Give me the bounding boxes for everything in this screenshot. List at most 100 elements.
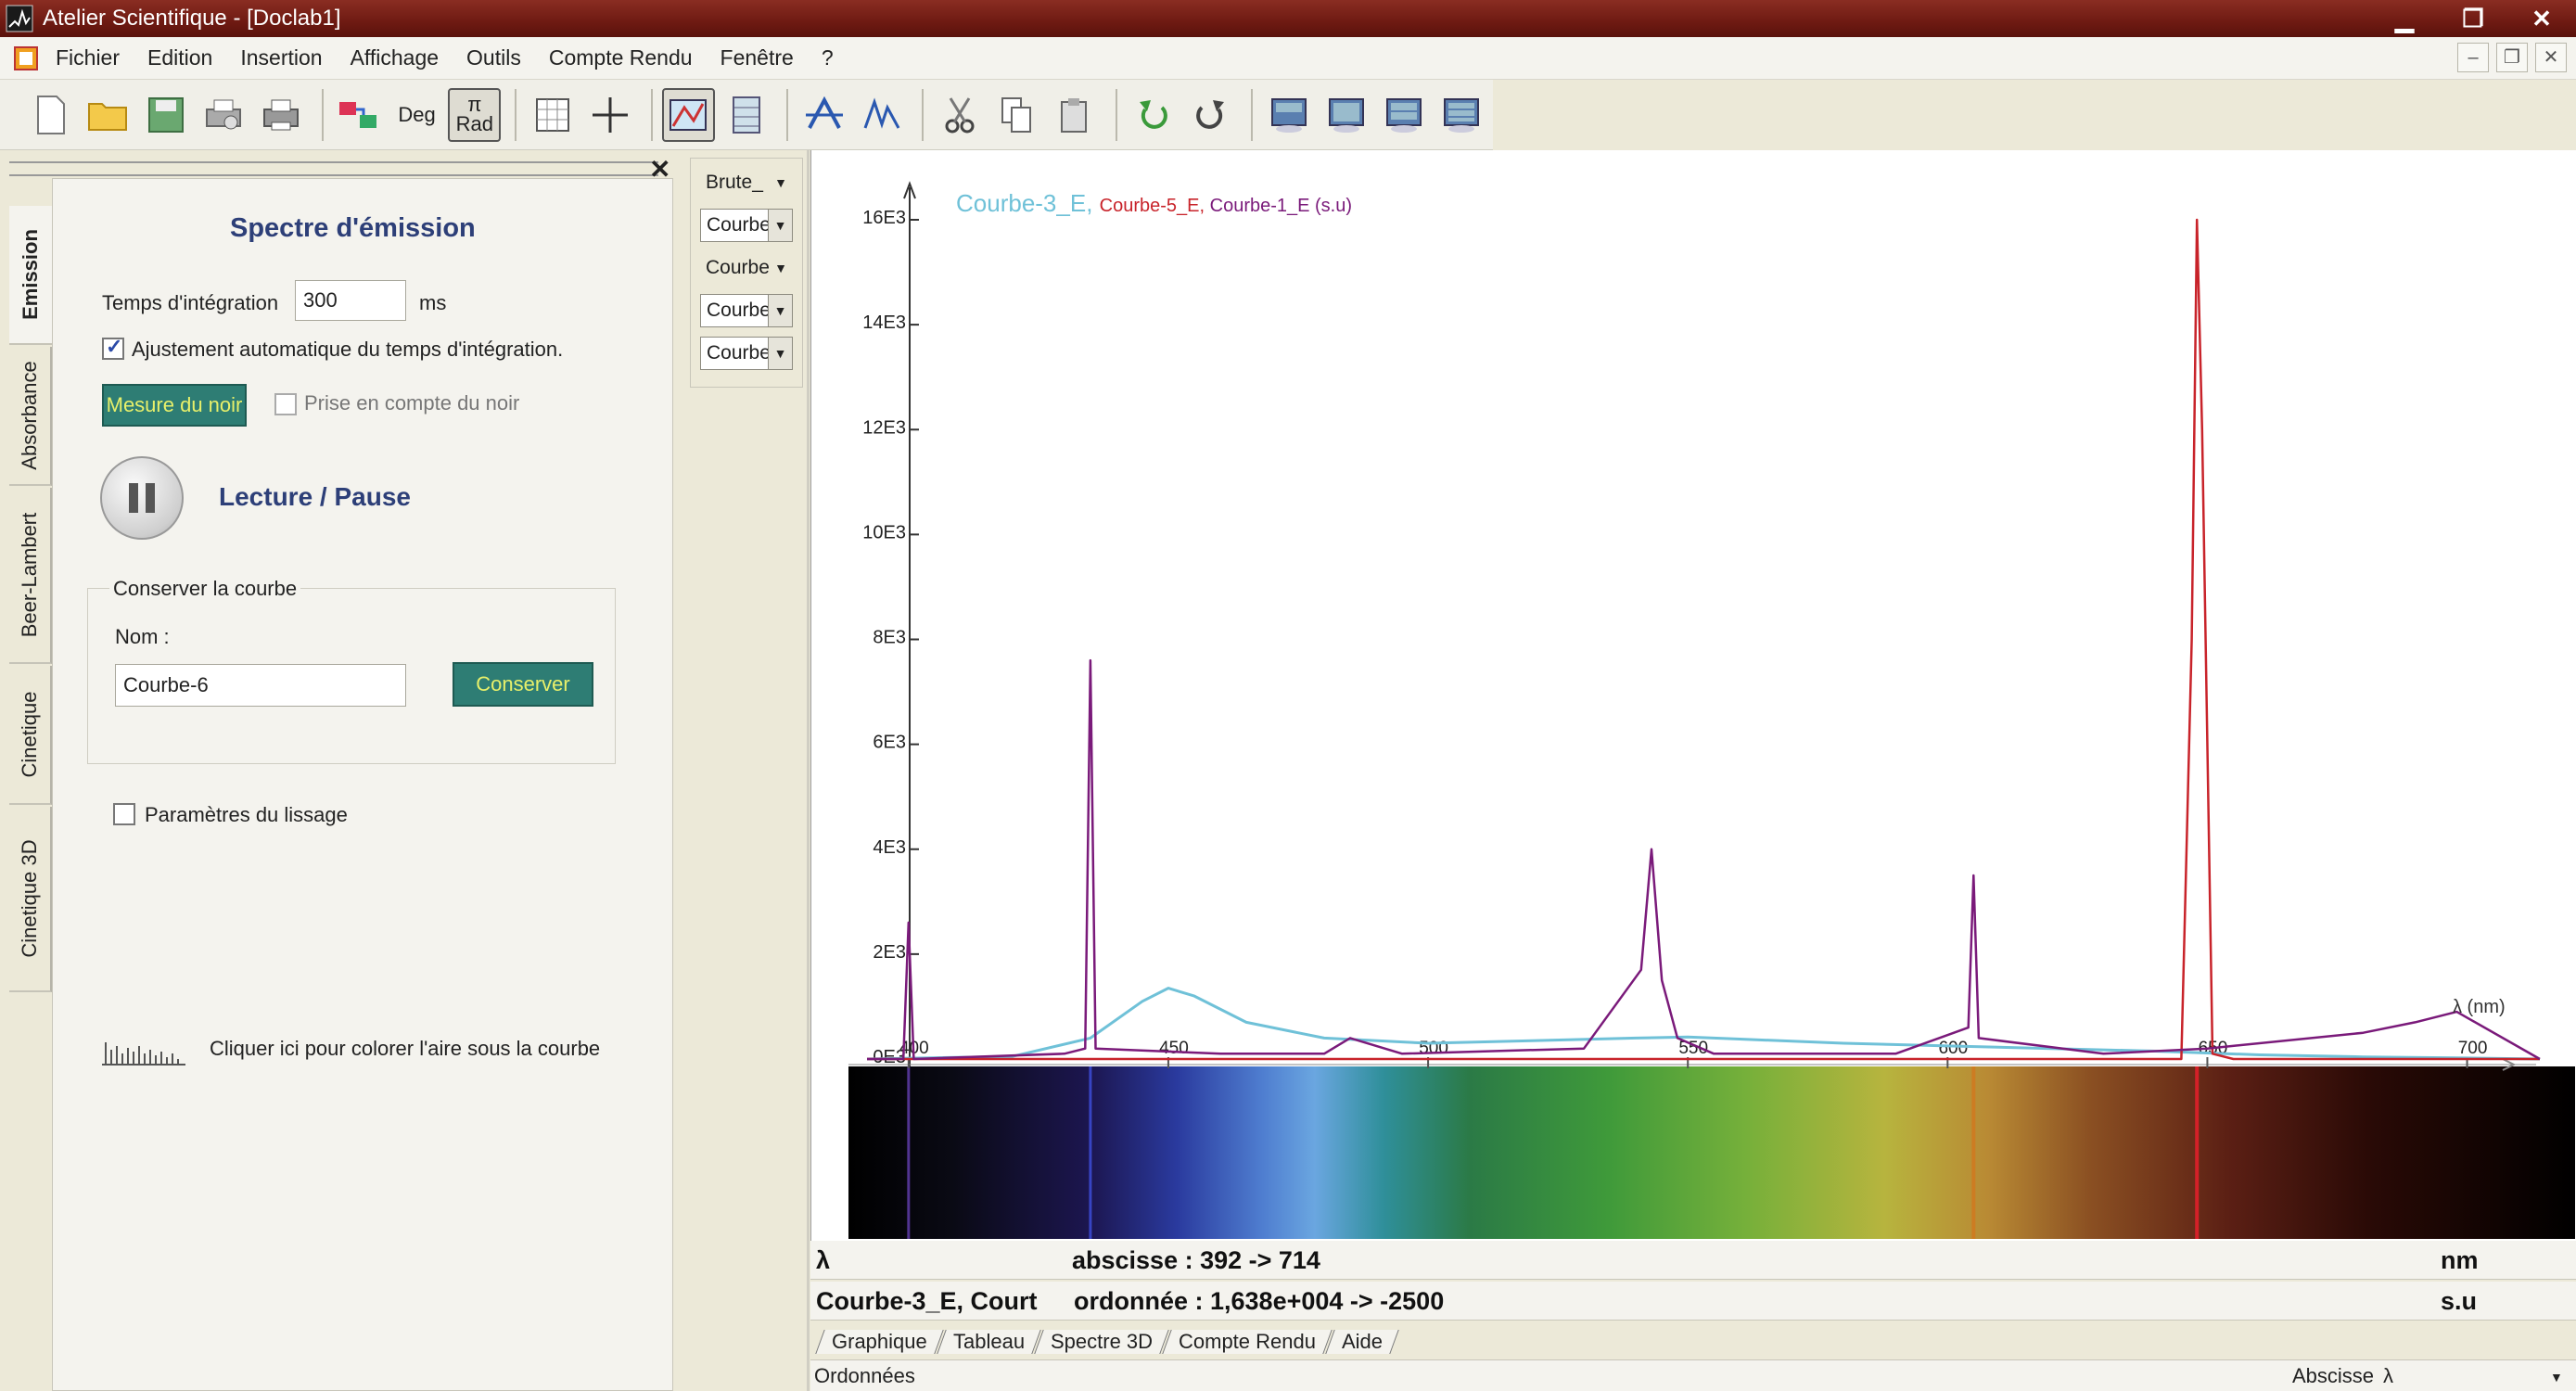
copy-icon[interactable] xyxy=(991,88,1044,142)
title-bar: Atelier Scientifique - [Doclab1] ▁ ❐ ✕ xyxy=(0,0,2576,37)
restore-icon[interactable]: ❐ xyxy=(2457,5,2489,33)
curve-combo-3[interactable]: Courbe ▼ xyxy=(700,294,793,327)
curve-combo-1[interactable]: Courbe ▼ xyxy=(700,209,793,242)
undo-icon[interactable] xyxy=(1127,88,1180,142)
curve-name-input[interactable]: Courbe-6 xyxy=(115,664,406,707)
open-folder-icon[interactable] xyxy=(82,88,134,142)
pause-button[interactable] xyxy=(100,456,184,540)
curve-combo-2[interactable]: Courbe ▼ xyxy=(700,251,793,285)
tab-tableau[interactable]: Tableau xyxy=(937,1330,1041,1354)
y-tick-label: 6E3 xyxy=(873,733,906,753)
curve-tool-icon[interactable] xyxy=(855,88,908,142)
abscissa-unit: nm xyxy=(2441,1246,2479,1274)
toolbar-separator xyxy=(321,88,324,141)
print-icon[interactable] xyxy=(255,88,308,142)
vertical-tabs: Emission Absorbance Beer-Lambert Cinetiq… xyxy=(9,206,52,1096)
tab-graphique[interactable]: Graphique xyxy=(815,1330,944,1354)
ordinates-label: Ordonnées xyxy=(814,1364,915,1387)
graph-area[interactable]: 16E3 14E3 12E3 10E3 8E3 6E3 4E3 2E3 0E3 400 450 500… xyxy=(810,150,2576,1241)
tab-compte-rendu[interactable]: Compte Rendu xyxy=(1162,1330,1333,1354)
area-color-icon[interactable] xyxy=(100,1031,187,1068)
toolbar-separator xyxy=(922,88,925,141)
window-title: Atelier Scientifique - [Doclab1] xyxy=(43,6,341,31)
y-tick-label: 2E3 xyxy=(873,942,906,963)
tab-absorbance[interactable]: Absorbance xyxy=(9,347,52,486)
doc-close-icon[interactable]: ✕ xyxy=(2535,43,2567,72)
chevron-down-icon: ▼ xyxy=(774,261,787,275)
chevron-down-icon[interactable]: ▼ xyxy=(2550,1370,2563,1385)
menu-edition[interactable]: Edition xyxy=(147,45,212,70)
toolbar-separator xyxy=(515,88,517,141)
y-tick-label: 8E3 xyxy=(873,628,906,648)
save-curve-button[interactable]: Conserver xyxy=(453,662,593,707)
abscissa-selector-value[interactable]: λ xyxy=(2383,1364,2393,1388)
cut-icon[interactable] xyxy=(933,88,986,142)
ordinate-range: ordonnée : 1,638e+004 -> -2500 xyxy=(1074,1287,1445,1315)
menu-fenetre[interactable]: Fenêtre xyxy=(721,45,794,70)
chevron-down-icon: ▼ xyxy=(768,338,792,369)
toolbar-separator xyxy=(786,88,789,141)
name-label: Nom : xyxy=(115,625,170,648)
series-line xyxy=(867,658,2541,1061)
y-tick-label: 14E3 xyxy=(862,313,906,333)
radian-mode-button[interactable]: π Rad xyxy=(448,87,502,142)
auto-adjust-label: Ajustement automatique du temps d'intégr… xyxy=(132,338,564,361)
crosshair-icon[interactable] xyxy=(584,88,637,142)
close-icon[interactable]: ✕ xyxy=(2526,5,2557,33)
chevron-down-icon: ▼ xyxy=(774,175,787,190)
x-tick-label: 450 xyxy=(1159,1039,1189,1058)
degree-mode-button[interactable]: Deg xyxy=(390,88,443,142)
dark-measure-button[interactable]: Mesure du noir xyxy=(102,384,247,427)
menu-affichage[interactable]: Affichage xyxy=(351,45,439,70)
curve-combo-4[interactable]: Courbe ▼ xyxy=(700,337,793,370)
dark-consider-checkbox[interactable] xyxy=(274,393,297,415)
save-icon[interactable] xyxy=(139,88,192,142)
document-icon[interactable] xyxy=(13,45,41,72)
raw-combo[interactable]: Brute_ ▼ xyxy=(700,166,793,199)
doc-minimize-icon[interactable]: – xyxy=(2457,43,2489,72)
spectrum-band xyxy=(848,1066,2575,1239)
layout-1-icon[interactable] xyxy=(1262,88,1315,142)
tab-cinetique-3d[interactable]: Cinetique 3D xyxy=(9,807,52,992)
print-preview-icon[interactable] xyxy=(198,88,250,142)
auto-adjust-checkbox[interactable] xyxy=(102,335,124,360)
minimize-icon[interactable]: ▁ xyxy=(2389,5,2420,33)
layout-3-icon[interactable] xyxy=(1378,88,1431,142)
spectrum-chart[interactable]: 16E314E312E310E38E36E34E32E30E3400 450 500… xyxy=(811,150,2576,1241)
chevron-down-icon: ▼ xyxy=(768,295,792,326)
layout-2-icon[interactable] xyxy=(1320,88,1372,142)
annotation-icon[interactable] xyxy=(797,88,850,142)
x-axis-unit: λ (nm) xyxy=(2453,997,2506,1017)
curve-selector-panel: Brute_ ▼ Courbe ▼ Courbe ▼ Courbe ▼ Courbe ▼ xyxy=(690,158,803,388)
tab-cinetique[interactable]: Cinetique xyxy=(9,666,52,805)
panel-title: Spectre d'émission xyxy=(230,213,476,243)
series-line xyxy=(867,218,2540,1061)
tab-emission[interactable]: Emission xyxy=(9,206,52,345)
menu-help[interactable]: ? xyxy=(822,45,834,70)
area-color-label[interactable]: Cliquer ici pour colorer l'aire sous la … xyxy=(210,1037,600,1061)
table-view-icon[interactable] xyxy=(720,88,772,142)
smoothing-checkbox[interactable] xyxy=(113,803,135,825)
legend-courbe-3: Courbe-3_E xyxy=(956,189,1087,217)
new-file-icon[interactable] xyxy=(24,88,77,142)
menu-fichier[interactable]: Fichier xyxy=(56,45,120,70)
bottom-tabs: Graphique Tableau Spectre 3D Compte Rend… xyxy=(810,1326,2576,1358)
doc-restore-icon[interactable]: ❐ xyxy=(2496,43,2528,72)
menu-insertion[interactable]: Insertion xyxy=(240,45,322,70)
tab-aide[interactable]: Aide xyxy=(1325,1330,1399,1354)
tab-spectre-3d[interactable]: Spectre 3D xyxy=(1034,1330,1169,1354)
splitter[interactable] xyxy=(807,150,810,1391)
grid-icon[interactable] xyxy=(526,88,579,142)
paste-icon[interactable] xyxy=(1049,88,1102,142)
graph-view-icon[interactable] xyxy=(661,87,715,142)
integration-time-input[interactable]: 300 xyxy=(295,280,406,321)
layout-4-icon[interactable] xyxy=(1435,88,1488,142)
integration-unit: ms xyxy=(419,291,447,314)
data-transfer-icon[interactable] xyxy=(333,88,386,142)
tab-beer-lambert[interactable]: Beer-Lambert xyxy=(9,488,52,664)
redo-icon[interactable] xyxy=(1184,88,1237,142)
menu-outils[interactable]: Outils xyxy=(466,45,521,70)
toolbar-separator xyxy=(1115,88,1117,141)
menu-compte-rendu[interactable]: Compte Rendu xyxy=(549,45,693,70)
panel-grip[interactable] xyxy=(9,161,658,176)
